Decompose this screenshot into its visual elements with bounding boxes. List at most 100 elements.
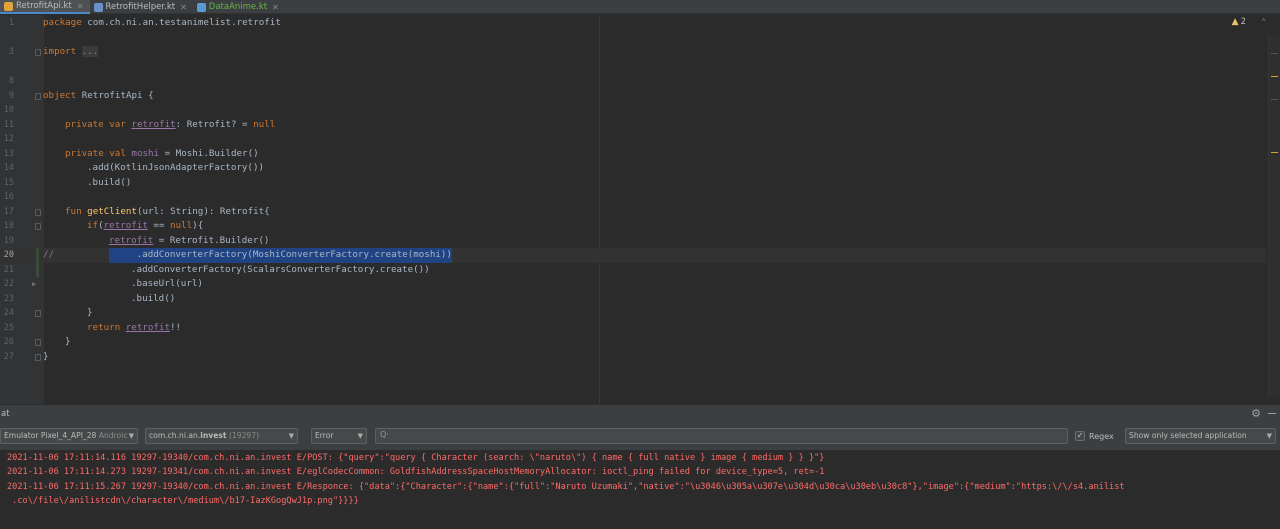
code-text: .add(KotlinJsonAdapterFactory()) [87, 162, 265, 173]
fold-marker-icon[interactable] [35, 92, 41, 100]
fold-marker-icon[interactable] [35, 339, 41, 346]
code-text: .build() [131, 292, 176, 304]
tab-label: DataAnime.kt [208, 2, 268, 12]
close-tab-icon[interactable]: ✕ [77, 2, 84, 11]
line-number: 16 [3, 192, 14, 202]
line-number: 21 [3, 264, 14, 275]
regex-checkbox[interactable]: ✓ [1075, 431, 1085, 441]
kotlin-class-icon [196, 2, 206, 12]
code-text: } [65, 336, 71, 347]
gear-icon[interactable]: ⚙ [1251, 407, 1261, 420]
filter-select[interactable]: Show only selected application ▼ [1125, 428, 1276, 444]
code-text: private val moshi = Moshi.Builder() [65, 147, 259, 159]
line-number: 20 [3, 250, 14, 260]
code-line: 14 .add(KotlinJsonAdapterFactory()) [0, 161, 1266, 176]
tab-retrofithelper[interactable]: RetrofitHelper.kt ✕ [90, 0, 193, 14]
chevron-down-icon: ▼ [288, 432, 294, 440]
close-tab-icon[interactable]: ✕ [272, 3, 279, 12]
code-line: 21 .addConverterFactory(ScalarsConverter… [0, 263, 1266, 278]
minimize-icon[interactable] [1268, 413, 1276, 414]
code-text: if(retrofit == null){ [87, 220, 204, 231]
code-line: 10 [0, 103, 1266, 118]
line-number: 23 [3, 293, 14, 304]
chevron-down-icon: ▼ [1266, 432, 1272, 440]
line-number: 9 [8, 90, 14, 101]
code-text: import ... [43, 46, 99, 57]
search-icon: Q· [380, 430, 389, 439]
log-level-select[interactable]: Error ▼ [311, 428, 367, 444]
code-text: object RetrofitApi { [43, 89, 154, 101]
line-number: 14 [3, 163, 14, 173]
code-line: 1 package com.ch.ni.an.testanimelist.ret… [0, 16, 1266, 31]
code-text: } [87, 307, 93, 318]
line-number: 27 [3, 351, 14, 362]
code-text: private var retrofit: Retrofit? = null [65, 118, 276, 130]
line-number: 8 [8, 76, 14, 86]
selected-code: .addConverterFactory(MoshiConverterFacto… [109, 248, 452, 263]
code-line: 24 } [0, 306, 1266, 321]
line-number: 10 [3, 105, 14, 115]
kotlin-object-icon [4, 1, 13, 11]
code-line: 22 ▶ .baseUrl(url) [0, 277, 1266, 292]
fold-marker-icon[interactable] [35, 223, 41, 230]
code-text: package com.ch.ni.an.testanimelist.retro… [43, 17, 281, 28]
line-number: 22 [3, 279, 14, 289]
fold-marker-icon[interactable] [35, 353, 41, 361]
code-text: fun getClient(url: String): Retrofit{ [65, 205, 270, 217]
kotlin-file-icon [93, 2, 103, 12]
code-text: .addConverterFactory(ScalarsConverterFac… [131, 263, 430, 275]
line-number: 11 [3, 119, 14, 130]
fold-marker-icon[interactable] [35, 310, 41, 317]
line-number: 19 [3, 235, 14, 246]
code-line: 11 private var retrofit: Retrofit? = nul… [0, 118, 1266, 133]
line-number: 17 [3, 206, 14, 217]
regex-toggle[interactable]: ✓ Regex [1075, 431, 1114, 441]
chevron-down-icon: ▼ [128, 432, 134, 440]
code-editor[interactable]: ▲ 2 ⌃ 1 package com.ch.ni.an.testanimeli… [0, 15, 1280, 404]
logcat-output[interactable]: 2021-11-06 17:11:14.116 19297-19340/com.… [0, 450, 1280, 529]
log-line: 2021-11-06 17:11:15.267 19297-19340/com.… [7, 482, 1125, 492]
code-line: 8 [0, 74, 1266, 89]
gutter-arrow-icon[interactable]: ▶ [32, 280, 36, 288]
device-select[interactable]: Emulator Pixel_4_API_28 Androic ▼ [0, 428, 138, 444]
regex-label: Regex [1089, 431, 1114, 441]
code-line: 13 private val moshi = Moshi.Builder() [0, 147, 1266, 162]
log-line: 2021-11-06 17:11:14.116 19297-19340/com.… [7, 453, 825, 463]
code-line: 16 [0, 190, 1266, 205]
line-number: 13 [3, 148, 14, 159]
line-number: 12 [3, 134, 14, 144]
line-number: 26 [3, 337, 14, 347]
editor-scrollbar[interactable] [1268, 35, 1280, 397]
line-number: 18 [3, 221, 14, 231]
log-line: .co\/file\/anilistcdn\/character\/medium… [7, 496, 359, 506]
code-line: 18 if(retrofit == null){ [0, 219, 1266, 234]
logcat-header: at ⚙ [0, 404, 1280, 422]
code-text: } [43, 350, 49, 362]
line-number: 3 [8, 47, 14, 57]
tab-label: RetrofitApi.kt [16, 1, 72, 11]
comment-marker: // [43, 249, 55, 260]
tab-dataanime[interactable]: DataAnime.kt ✕ [193, 0, 285, 14]
code-text: retrofit = Retrofit.Builder() [109, 234, 270, 246]
code-line: 12 [0, 132, 1266, 147]
line-number: 25 [3, 322, 14, 333]
fold-marker-icon[interactable] [35, 49, 41, 56]
code-line: 9 object RetrofitApi { [0, 89, 1266, 104]
tab-retrofitapi[interactable]: RetrofitApi.kt ✕ [0, 0, 90, 14]
line-number: 15 [3, 177, 14, 188]
close-tab-icon[interactable]: ✕ [180, 3, 187, 12]
fold-marker-icon[interactable] [35, 208, 41, 216]
code-line: 26 } [0, 335, 1266, 350]
process-select[interactable]: com.ch.ni.an.invest (19297) ▼ [145, 428, 298, 444]
logcat-title: at [1, 408, 10, 419]
code-line: 15 .build() [0, 176, 1266, 191]
code-line-current: 20 // .addConverterFactory(MoshiConverte… [0, 248, 1266, 263]
code-text: .build() [87, 176, 132, 188]
code-text: return retrofit!! [87, 321, 182, 333]
code-line: 17 fun getClient(url: String): Retrofit{ [0, 205, 1266, 220]
logcat-toolbar: Emulator Pixel_4_API_28 Androic ▼ com.ch… [0, 422, 1280, 450]
chevron-down-icon: ▼ [357, 432, 363, 440]
line-number: 1 [8, 18, 14, 28]
log-line: 2021-11-06 17:11:14.273 19297-19341/com.… [7, 467, 825, 477]
log-search-input[interactable]: Q· [375, 428, 1068, 444]
